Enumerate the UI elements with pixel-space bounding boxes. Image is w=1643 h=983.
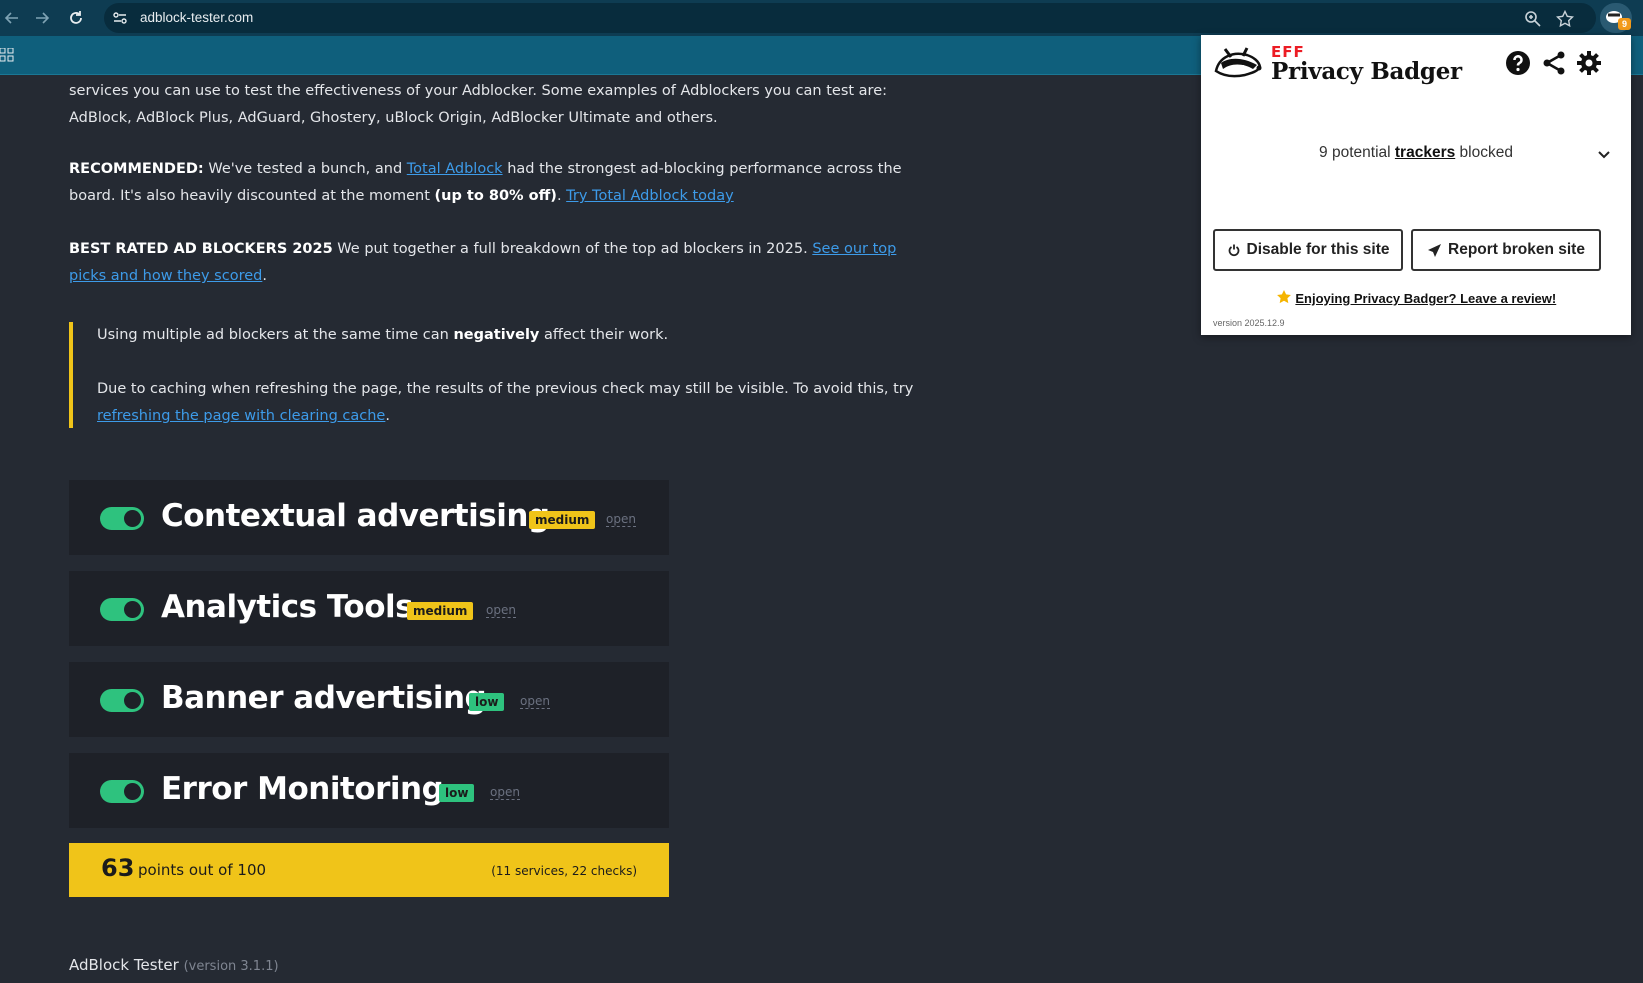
bookmark-star-icon[interactable] (1555, 9, 1575, 28)
disable-button-label: Disable for this site (1246, 241, 1390, 258)
check-toggle[interactable] (100, 780, 144, 803)
score-label: points out of 100 (138, 861, 267, 879)
badger-logo-icon (1213, 45, 1263, 83)
refresh-cache-link[interactable]: refreshing the page with clearing cache (97, 408, 385, 424)
report-broken-site-button[interactable]: Report broken site (1411, 229, 1601, 271)
forward-icon[interactable] (30, 6, 54, 30)
best-rated-end: . (262, 268, 267, 284)
quote-1b: negatively (453, 327, 540, 343)
power-icon (1228, 244, 1239, 257)
open-link[interactable]: open (486, 603, 516, 618)
check-toggle[interactable] (100, 689, 144, 712)
check-title: Analytics Tools (161, 589, 414, 625)
summary-count-text: 9 potential (1319, 144, 1395, 161)
check-title: Banner advertising (161, 680, 487, 716)
extension-badge-count: 9 (1618, 18, 1631, 30)
recommended-text-3: . (556, 188, 567, 204)
disable-for-site-button[interactable]: Disable for this site (1213, 229, 1403, 271)
check-card-analytics-tools[interactable]: Analytics Tools medium open (69, 571, 669, 646)
popup-version: version 2025.12.9 (1213, 318, 1285, 328)
score-bar: 63 points out of 100 (11 services, 22 ch… (69, 843, 669, 897)
best-rated-label: BEST RATED AD BLOCKERS 2025 (69, 241, 333, 257)
quote-line-2: Due to caching when refreshing the page,… (97, 376, 927, 430)
site-info-icon[interactable] (112, 10, 128, 26)
summary-end-text: blocked (1455, 144, 1513, 161)
check-card-banner-advertising[interactable]: Banner advertising low open (69, 662, 669, 737)
settings-gear-icon[interactable] (1576, 50, 1602, 76)
best-rated-text: We put together a full breakdown of the … (332, 241, 813, 257)
severity-badge: medium (529, 511, 596, 529)
trackers-summary: 9 potential trackers blocked (1201, 144, 1631, 162)
address-bar[interactable]: adblock-tester.com (104, 3, 1596, 33)
zoom-icon[interactable] (1524, 10, 1542, 28)
quote-line-1: Using multiple ad blockers at the same t… (97, 322, 927, 349)
severity-badge: low (439, 784, 475, 802)
recommended-paragraph: RECOMMENDED: We've tested a bunch, and T… (69, 156, 909, 210)
quote-1c: affect their work. (539, 327, 669, 343)
page-footer: AdBlock Tester (version 3.1.1) (69, 956, 279, 974)
review-link-label: Enjoying Privacy Badger? Leave a review! (1295, 291, 1557, 306)
severity-badge: low (469, 693, 505, 711)
discount-text: (up to 80% off) (434, 188, 557, 204)
check-title: Error Monitoring (161, 771, 444, 807)
send-icon (1428, 243, 1442, 257)
privacy-badger-popup: EFF Privacy Badger 9 potential trackers … (1201, 35, 1631, 335)
check-toggle[interactable] (100, 507, 144, 530)
help-icon[interactable] (1505, 50, 1531, 76)
best-rated-paragraph: BEST RATED AD BLOCKERS 2025 We put toget… (69, 236, 909, 290)
browser-toolbar: adblock-tester.com 9 (0, 0, 1643, 36)
intro-paragraph: services you can use to test the effecti… (69, 83, 888, 126)
footer-version: (version 3.1.1) (183, 959, 279, 974)
url-text: adblock-tester.com (140, 10, 254, 25)
check-card-contextual-advertising[interactable]: Contextual advertising medium open (69, 480, 669, 555)
back-icon[interactable] (0, 6, 24, 30)
share-icon[interactable] (1541, 50, 1567, 76)
chevron-down-icon[interactable] (1596, 146, 1612, 162)
check-card-error-monitoring[interactable]: Error Monitoring low open (69, 753, 669, 828)
footer-name: AdBlock Tester (69, 956, 179, 974)
warning-quote: Using multiple ad blockers at the same t… (69, 322, 927, 428)
try-total-adblock-link[interactable]: Try Total Adblock today (566, 188, 734, 204)
quote-2a: Due to caching when refreshing the page,… (97, 381, 914, 397)
recommended-text-1: We've tested a bunch, and (203, 161, 407, 177)
privacy-badger-title: Privacy Badger (1271, 58, 1462, 85)
open-link[interactable]: open (606, 512, 636, 527)
check-toggle[interactable] (100, 598, 144, 621)
star-icon (1276, 290, 1291, 304)
score-meta: (11 services, 22 checks) (491, 864, 637, 878)
quote-2b: . (385, 408, 390, 424)
reload-icon[interactable] (64, 6, 88, 30)
check-title: Contextual advertising (161, 498, 550, 534)
apps-grid-icon[interactable] (0, 47, 14, 62)
quote-1a: Using multiple ad blockers at the same t… (97, 327, 454, 343)
recommended-label: RECOMMENDED: (69, 161, 204, 177)
severity-badge: medium (407, 602, 474, 620)
score-points: 63 (101, 854, 135, 882)
open-link[interactable]: open (520, 694, 550, 709)
review-link[interactable]: Enjoying Privacy Badger? Leave a review! (1201, 289, 1631, 306)
trackers-link[interactable]: trackers (1395, 144, 1455, 161)
privacy-badger-extension-button[interactable]: 9 (1600, 3, 1632, 33)
report-button-label: Report broken site (1448, 241, 1585, 258)
total-adblock-link[interactable]: Total Adblock (407, 161, 503, 177)
open-link[interactable]: open (490, 785, 520, 800)
